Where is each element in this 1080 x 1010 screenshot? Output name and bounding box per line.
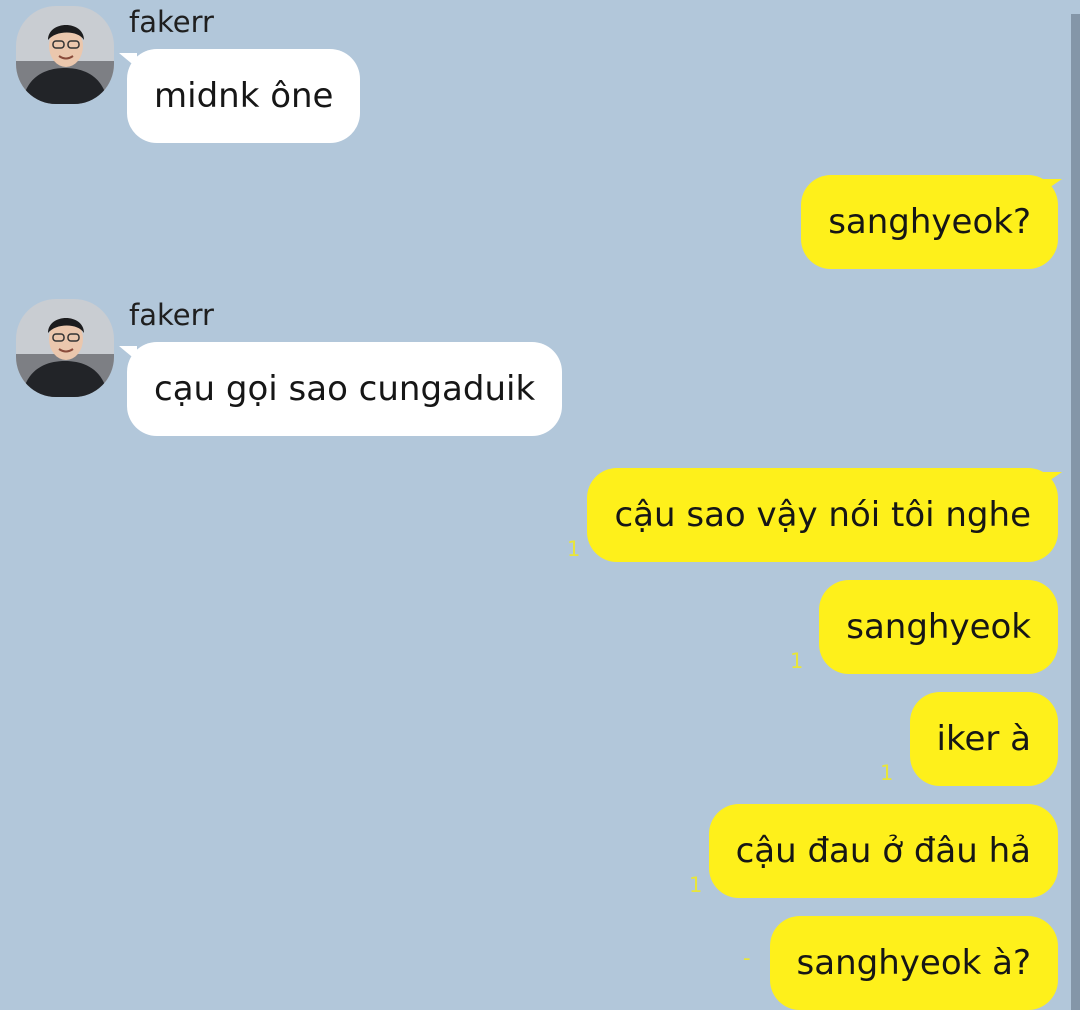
incoming-message-bubble[interactable]: midnk ône <box>127 49 361 143</box>
outgoing-message-bubble[interactable]: cậu sao vậy nói tôi nghe <box>587 468 1058 562</box>
unread-count: 1 <box>790 649 804 673</box>
outgoing-message-bubble[interactable]: cậu đau ở đâu hả <box>708 804 1058 898</box>
outgoing-message-bubble[interactable]: sanghyeok à? <box>769 916 1058 1010</box>
unread-count: 1 <box>689 873 703 897</box>
avatar-photo-icon <box>16 6 114 104</box>
sender-name: fakerr <box>129 298 214 332</box>
sender-avatar[interactable] <box>16 299 114 397</box>
incoming-message-bubble[interactable]: cạu gọi sao cungaduik <box>127 342 563 436</box>
outgoing-message-bubble[interactable]: iker à <box>909 692 1058 786</box>
unread-count: - <box>743 946 751 970</box>
chat-area[interactable]: fakerr midnk ône sanghyeok? fakerr cạu g… <box>0 0 1080 1010</box>
sender-avatar[interactable] <box>16 6 114 104</box>
unread-count: 1 <box>567 537 581 561</box>
unread-count: 1 <box>880 761 894 785</box>
avatar-photo-icon <box>16 299 114 397</box>
sender-name: fakerr <box>129 5 214 39</box>
scrollbar[interactable] <box>1071 14 1080 1010</box>
outgoing-message-bubble[interactable]: sanghyeok? <box>801 175 1058 269</box>
outgoing-message-bubble[interactable]: sanghyeok <box>819 580 1058 674</box>
